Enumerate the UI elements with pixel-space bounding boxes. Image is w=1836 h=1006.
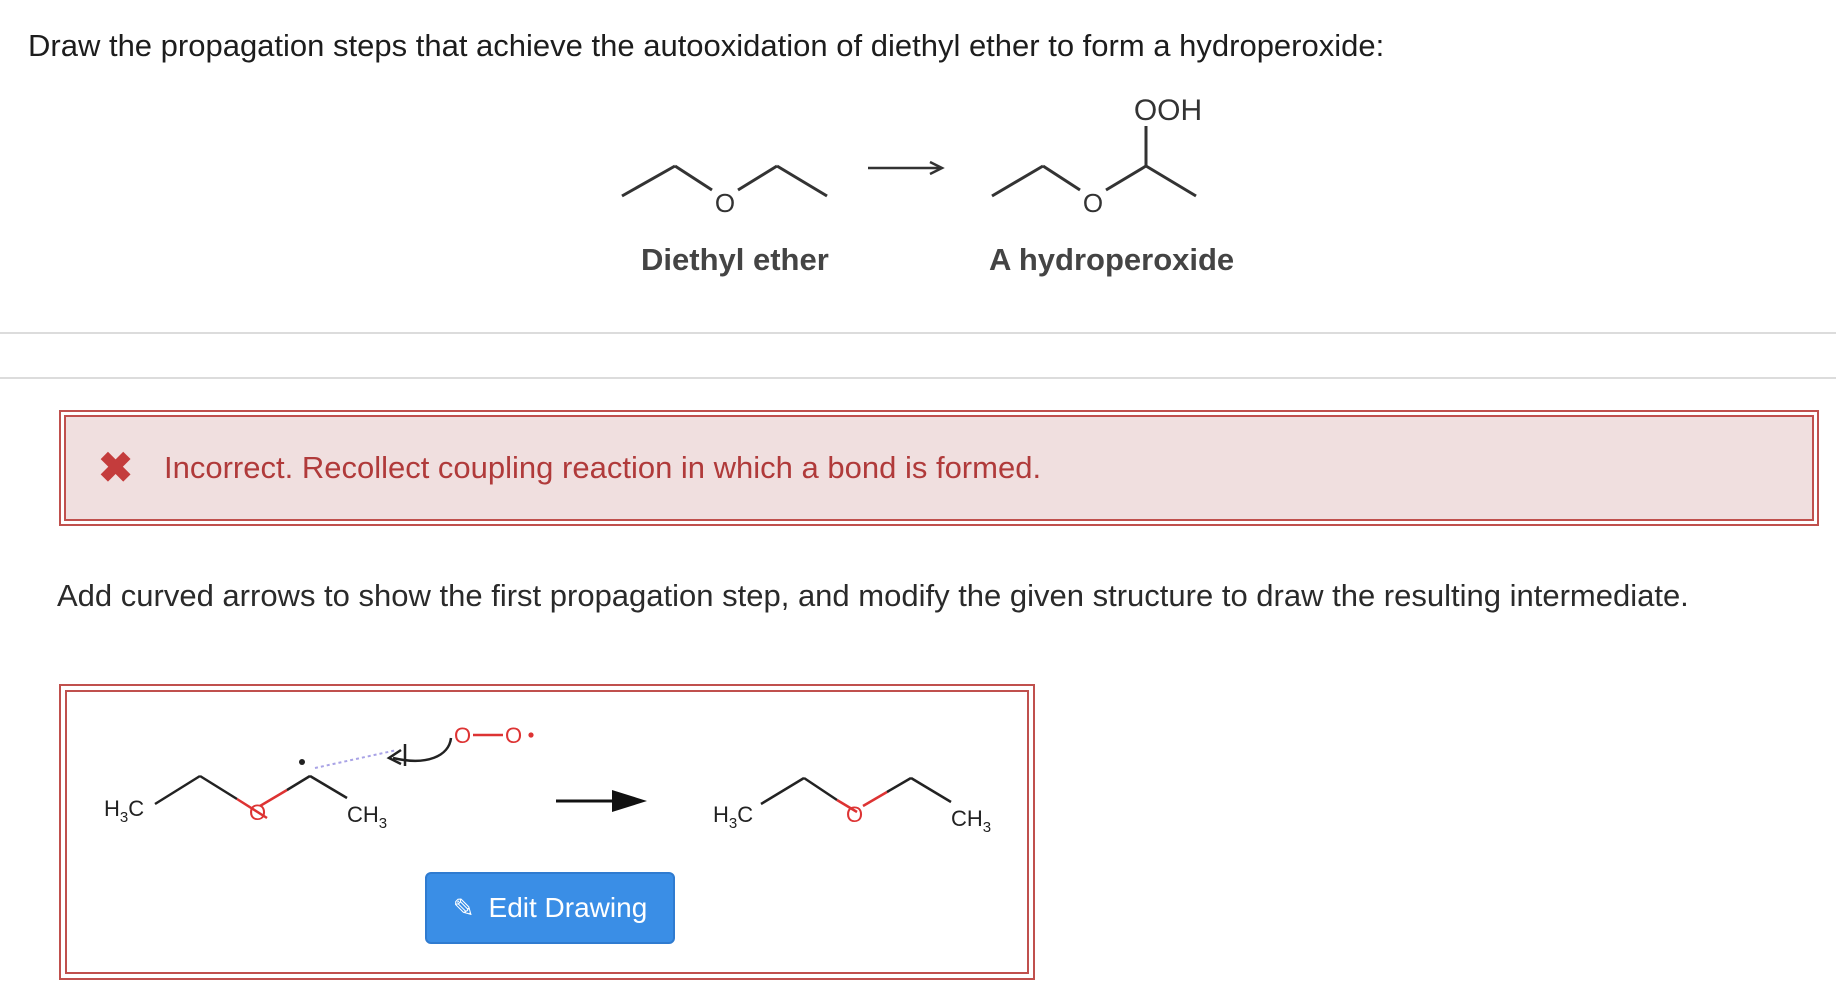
instruction-text: Add curved arrows to show the first prop… xyxy=(57,578,1689,613)
left-h3c-label: H3C xyxy=(104,796,144,826)
product-oxygen: O xyxy=(1083,188,1103,218)
left-ch3-label: CH3 xyxy=(347,802,387,832)
radical-oxygen-2: O xyxy=(505,723,522,748)
section-divider-top xyxy=(0,332,1836,334)
diethyl-ether-structure: O xyxy=(621,164,828,218)
answer-drawing-box: H3C O CH3 O O H3C O CH3 ✎ Edit Drawing xyxy=(59,684,1035,980)
right-oxygen: O xyxy=(846,802,863,827)
product-ooh-label: OOH xyxy=(1134,94,1202,127)
radical-electron-dot xyxy=(299,759,305,765)
hydroperoxide-structure: O OOH xyxy=(991,94,1202,218)
edit-drawing-label: Edit Drawing xyxy=(488,892,648,923)
drawing-reaction-arrow xyxy=(556,790,647,812)
scheme-arrow xyxy=(868,160,945,176)
reaction-scheme: O O OOH xyxy=(621,94,1202,218)
feedback-inner: ✖ Incorrect. Recollect coupling reaction… xyxy=(64,415,1814,521)
left-molecule: H3C O CH3 xyxy=(104,759,387,832)
section-divider-bottom xyxy=(0,377,1836,379)
radical-oxygen-dot xyxy=(528,732,534,738)
peroxy-radical: O O xyxy=(454,723,534,748)
right-h3c-label: H3C xyxy=(713,802,753,832)
feedback-text: Incorrect. Recollect coupling reaction i… xyxy=(164,450,1042,485)
feedback-banner: ✖ Incorrect. Recollect coupling reaction… xyxy=(59,410,1819,526)
close-x-icon: ✖ xyxy=(98,444,134,491)
pencil-icon: ✎ xyxy=(452,893,475,923)
product-label: A hydroperoxide xyxy=(989,242,1235,277)
radical-oxygen-1: O xyxy=(454,723,471,748)
answer-drawing-inner[interactable]: H3C O CH3 O O H3C O CH3 ✎ Edit Drawing xyxy=(65,690,1029,974)
reactant-label: Diethyl ether xyxy=(641,242,829,277)
edit-drawing-button[interactable]: ✎ Edit Drawing xyxy=(425,872,675,944)
curved-arrow[interactable] xyxy=(314,737,453,769)
right-ch3-label: CH3 xyxy=(951,806,991,836)
reactant-oxygen: O xyxy=(715,188,735,218)
right-molecule: H3C O CH3 xyxy=(713,776,991,836)
